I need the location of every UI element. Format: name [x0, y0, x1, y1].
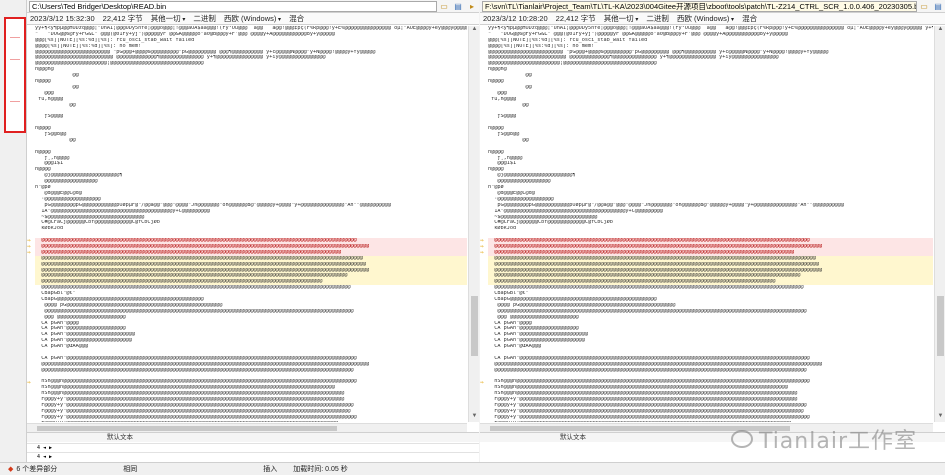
folder-icon[interactable]: ▭	[919, 2, 929, 11]
text-line[interactable]: F@@@ÿ+ÿ"@@@@@@@@@@@@@@@@@@@@@@@@@@@@@@@@…	[35, 421, 467, 422]
left-path-input[interactable]: C:\Users\Ted Bridger\Desktop\READ.bin	[29, 0, 437, 12]
diff-count-label: 6 个差异部分	[16, 466, 58, 473]
scroll-up-icon[interactable]: ▲	[935, 26, 945, 35]
right-size: 22,412 字节	[555, 14, 596, 23]
left-pane: C:\Users\Ted Bridger\Desktop\READ.bin ▭ …	[27, 0, 479, 462]
right-path-input[interactable]: F:\svn\TL\Tianlair\Project_Team\TL\TL-KA…	[482, 0, 917, 12]
thumbnail-highlight-box	[4, 17, 26, 133]
left-format-dropdown[interactable]: 其他一切	[151, 13, 186, 24]
right-format-dropdown[interactable]: 其他一切	[604, 13, 639, 24]
watermark: Tianlair工作室	[730, 423, 917, 455]
right-timestamp: 2023/3/12 10:28:20	[483, 14, 548, 23]
right-path-bar: F:\svn\TL\Tianlair\Project_Team\TL\TL-KA…	[480, 0, 945, 13]
scroll-thumb[interactable]	[471, 296, 478, 356]
left-path-bar: C:\Users\Ted Bridger\Desktop\READ.bin ▭ …	[27, 0, 479, 13]
left-vertical-scrollbar[interactable]: ▲ ▼	[468, 26, 479, 422]
diff-count[interactable]: ◆ 6 个差异部分	[0, 464, 65, 474]
status-load-time: 加载时间: 0.05 秒	[293, 466, 348, 473]
right-pane: F:\svn\TL\Tianlair\Project_Team\TL\TL-KA…	[480, 0, 945, 462]
right-eol[interactable]: 混合	[742, 13, 757, 24]
scroll-down-icon[interactable]: ▼	[935, 413, 945, 422]
left-mode[interactable]: 二进制	[193, 13, 216, 24]
right-encoding-dropdown[interactable]: 西欧 (Windows)	[677, 13, 734, 24]
right-vertical-scrollbar[interactable]: ▲ ▼	[934, 26, 945, 422]
watermark-text: Tianlair工作室	[758, 429, 917, 454]
overview-sidebar[interactable]	[0, 0, 27, 462]
left-pane-status: 默认文本	[27, 432, 479, 442]
left-content[interactable]: ÿÿ+¶<ÿ¶pµ@@HODzq@@@¦"ÛñÄÎ¦@@@ODy5ñfé¦@@@…	[27, 26, 467, 422]
right-mode[interactable]: 二进制	[646, 13, 669, 24]
scroll-down-icon[interactable]: ▼	[469, 413, 480, 422]
status-insert: 插入	[263, 466, 278, 473]
wechat-icon	[730, 430, 753, 448]
detail-row: 4 ◄ ▶	[27, 452, 479, 461]
status-same: 相同	[123, 466, 138, 473]
left-horizontal-scrollbar[interactable]	[27, 423, 467, 432]
scroll-thumb[interactable]	[937, 296, 944, 356]
diff-marker	[10, 37, 20, 38]
scroll-up-icon[interactable]: ▲	[469, 26, 480, 35]
save-icon[interactable]: ▤	[453, 2, 463, 11]
diff-arrow-icon: ⇒	[27, 379, 31, 386]
folder-icon[interactable]: ▭	[439, 2, 449, 11]
status-bar: ◆ 6 个差异部分 相同 插入 加载时间: 0.05 秒	[0, 462, 945, 475]
right-content[interactable]: ÿÿ+¶<ÿ¶pµ@@HODzq@@@¦"ÛñÄÎ¦@@@ODy5ñfé¦@@@…	[480, 26, 933, 422]
scroll-thumb[interactable]	[37, 426, 337, 431]
diff-marker	[10, 101, 20, 102]
left-timestamp: 2023/3/12 15:32:30	[30, 14, 95, 23]
text-line[interactable]: F@@@ÿ+ÿ"@@@@@@@@@@@@@@@@@@@@@@@@@@@@@@@@…	[488, 421, 933, 422]
detail-row: 4 ◄ ▶	[27, 443, 479, 452]
left-size: 22,412 字节	[102, 14, 143, 23]
right-info-bar: 2023/3/12 10:28:20 22,412 字节 其他一切 二进制 西欧…	[480, 13, 945, 25]
diff-marker	[10, 59, 20, 60]
save-icon[interactable]: ▤	[933, 2, 943, 11]
diff-arrow-icon: ⇒	[480, 379, 484, 386]
warning-icon: ◆	[8, 466, 14, 473]
nav-arrow-icon[interactable]: ▸	[467, 2, 477, 11]
left-eol[interactable]: 混合	[289, 13, 304, 24]
left-encoding-dropdown[interactable]: 西欧 (Windows)	[224, 13, 281, 24]
diff-arrow-icon: ⇒	[480, 249, 484, 257]
left-info-bar: 2023/3/12 15:32:30 22,412 字节 其他一切 二进制 西欧…	[27, 13, 479, 25]
diff-arrow-icon: ⇒	[27, 249, 31, 257]
